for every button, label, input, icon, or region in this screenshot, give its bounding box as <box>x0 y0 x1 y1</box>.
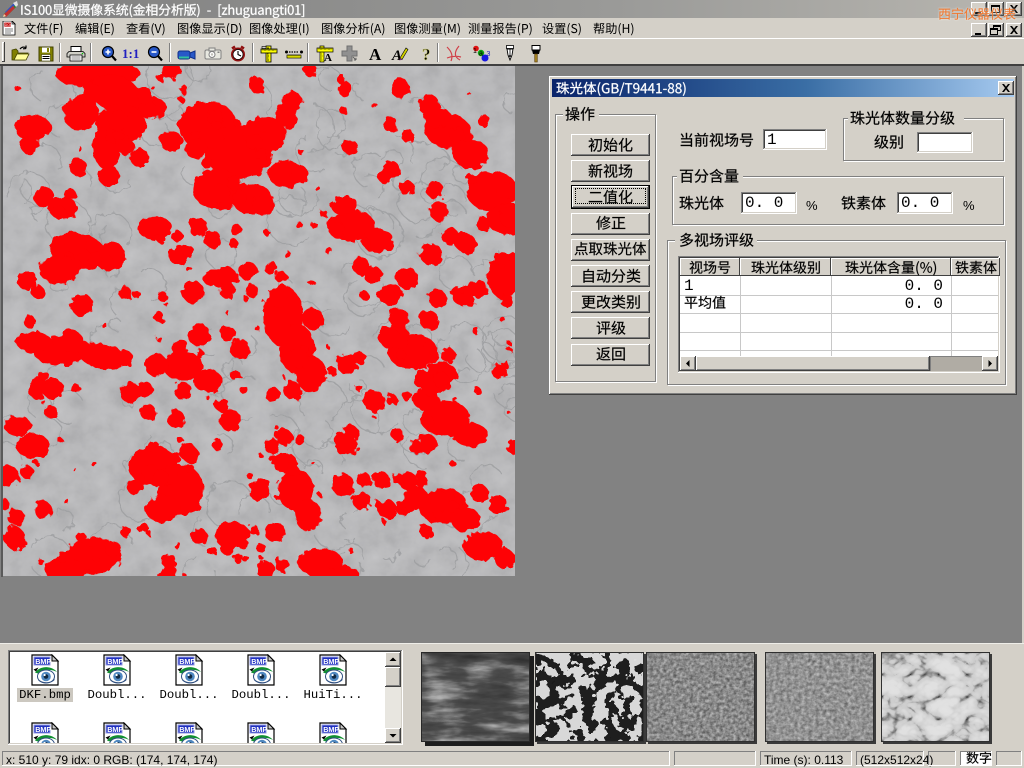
svg-text:BMP: BMP <box>35 725 51 734</box>
svg-text:DOC: DOC <box>5 23 13 27</box>
svg-text:a: a <box>479 51 483 58</box>
svg-text:BMP: BMP <box>107 725 123 734</box>
svg-text:BMP: BMP <box>323 725 339 734</box>
svg-text:BMP: BMP <box>251 657 267 666</box>
svg-text:BMP: BMP <box>35 657 51 666</box>
svg-text:?: ? <box>422 45 431 64</box>
svg-text:BMP: BMP <box>251 725 267 734</box>
svg-text:1: 1 <box>473 48 477 55</box>
svg-text:A: A <box>324 52 332 64</box>
svg-text:3: 3 <box>487 51 491 58</box>
svg-text:1:1: 1:1 <box>122 46 139 61</box>
svg-text:BMP: BMP <box>179 657 195 666</box>
svg-text:A: A <box>369 45 382 64</box>
svg-text:BMP: BMP <box>323 657 339 666</box>
svg-text:A: A <box>391 48 402 64</box>
svg-text:BMP: BMP <box>179 725 195 734</box>
svg-text:BMP: BMP <box>107 657 123 666</box>
